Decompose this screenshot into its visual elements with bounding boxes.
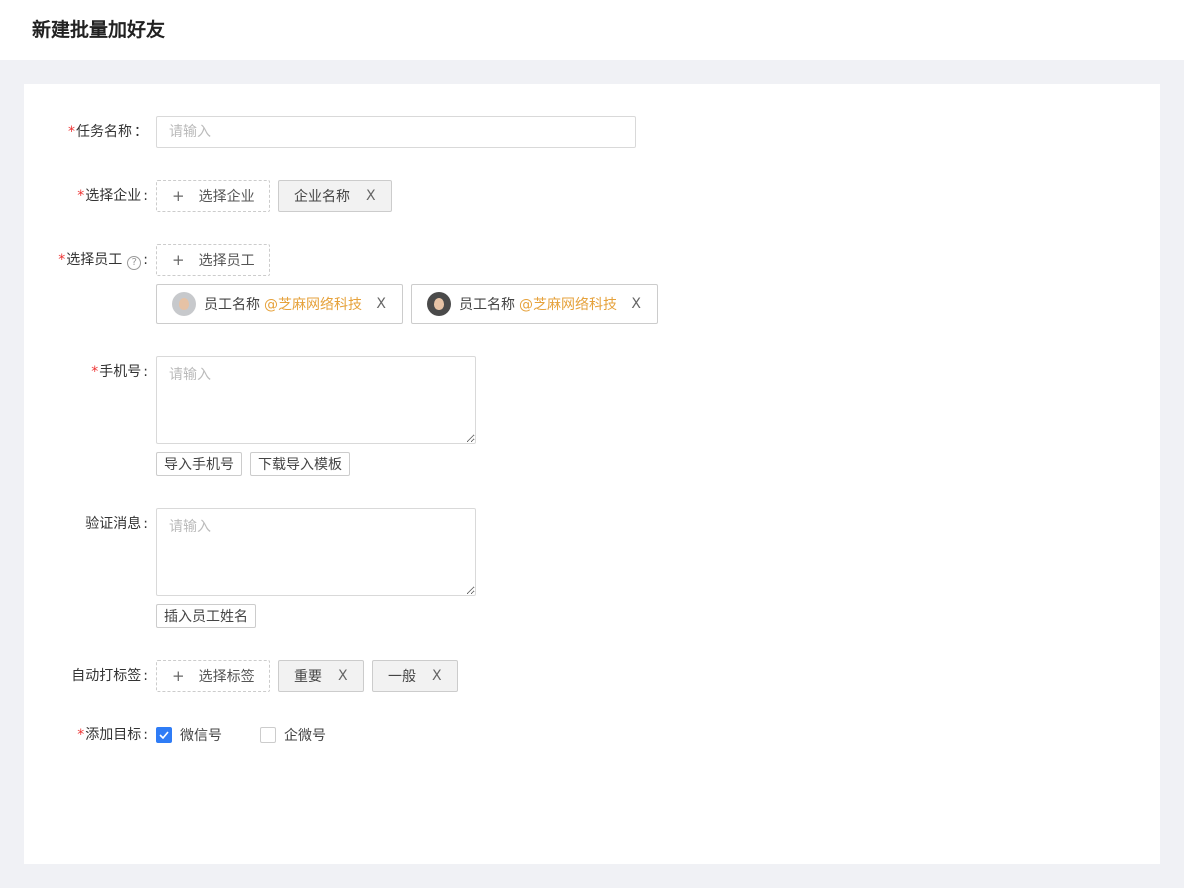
verify-label: 验证消息: — [85, 516, 148, 532]
wecom-checkbox[interactable]: 企微号 — [260, 725, 326, 745]
checkbox-checked-icon[interactable] — [156, 727, 172, 743]
plus-icon: + — [172, 251, 185, 269]
insert-employee-name-button[interactable]: 插入员工姓名 — [156, 604, 256, 628]
label-tag: 一般 X — [372, 660, 458, 692]
plus-icon: + — [172, 667, 185, 685]
avatar — [172, 292, 196, 316]
wechat-checkbox[interactable]: 微信号 — [156, 725, 222, 745]
auto-tag-label: 自动打标签: — [71, 668, 148, 684]
close-icon[interactable]: X — [338, 668, 348, 684]
select-tag-button[interactable]: + 选择标签 — [156, 660, 270, 692]
plus-icon: + — [172, 187, 185, 205]
avatar — [427, 292, 451, 316]
company-label: *选择企业: — [77, 188, 148, 204]
phone-label: *手机号: — [91, 364, 148, 380]
task-name-label: *任务名称： — [68, 124, 148, 140]
label-tag: 重要 X — [278, 660, 364, 692]
help-icon[interactable]: ? — [127, 256, 142, 270]
page-header: 新建批量加好友 — [0, 0, 1184, 60]
import-phone-button[interactable]: 导入手机号 — [156, 452, 242, 476]
company-tag: 企业名称 X — [278, 180, 392, 212]
phone-textarea[interactable] — [156, 356, 476, 444]
employee-tag: 员工名称 @芝麻网络科技 X — [156, 284, 403, 324]
close-icon[interactable]: X — [432, 668, 442, 684]
select-company-button[interactable]: + 选择企业 — [156, 180, 270, 212]
close-icon[interactable]: X — [631, 296, 641, 312]
close-icon[interactable]: X — [366, 188, 376, 204]
checkbox-unchecked-icon[interactable] — [260, 727, 276, 743]
form-card: *任务名称： *选择企业: +选择企业 企业名称X *选择员工?: +选择员工 … — [24, 84, 1160, 864]
download-template-button[interactable]: 下载导入模板 — [250, 452, 350, 476]
employee-tag: 员工名称 @芝麻网络科技 X — [411, 284, 658, 324]
verify-textarea[interactable] — [156, 508, 476, 596]
target-label: *添加目标: — [77, 727, 148, 743]
task-name-input[interactable] — [156, 116, 636, 148]
employee-label: *选择员工?: — [58, 252, 148, 270]
select-employee-button[interactable]: + 选择员工 — [156, 244, 270, 276]
close-icon[interactable]: X — [376, 296, 386, 312]
required-mark: * — [68, 124, 75, 140]
page-title: 新建批量加好友 — [32, 19, 166, 41]
